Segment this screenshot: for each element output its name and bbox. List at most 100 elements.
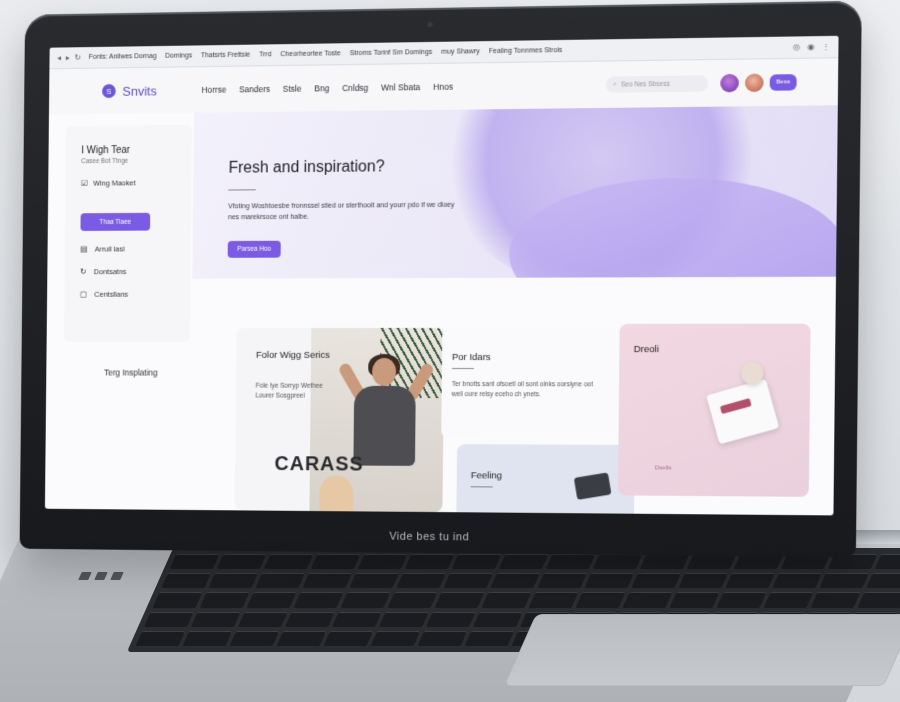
card-title: Dreoli bbox=[633, 344, 660, 356]
keyboard-key bbox=[772, 573, 822, 589]
head bbox=[372, 357, 397, 386]
browser-tab[interactable]: Trrd bbox=[259, 51, 271, 58]
keyboard-key bbox=[686, 554, 737, 570]
keyboard-key bbox=[716, 592, 767, 608]
profile-icon[interactable]: ◉ bbox=[807, 42, 814, 51]
keyboard-key bbox=[473, 611, 523, 627]
site-logo[interactable]: S Snvits bbox=[102, 83, 157, 98]
nav-item-home[interactable]: Horrse bbox=[201, 85, 226, 95]
laptop-lid: ◂ ▸ ↻ Fonts: Anilwes Dornag Domings That… bbox=[19, 0, 862, 558]
person-figure bbox=[337, 353, 436, 508]
hero-banner: Fresh and inspiration? Vfoting Woshtoesb… bbox=[192, 105, 838, 279]
browser-tab[interactable]: Fealing Tonnmes Strois bbox=[489, 47, 563, 55]
keyboard-key bbox=[763, 592, 814, 608]
sidebar-item[interactable]: ↻ Dontsatns bbox=[80, 267, 175, 276]
browser-tab[interactable]: Thatsrts Frettsie bbox=[201, 52, 251, 60]
search-placeholder: Seo Nes Sbsess bbox=[620, 80, 670, 89]
sidebar-title: I Wigh Tear bbox=[81, 144, 130, 157]
logo-text: Snvits bbox=[122, 83, 157, 99]
reload-icon[interactable]: ↻ bbox=[75, 53, 82, 62]
nav-item-cnldsg[interactable]: Cnldsg bbox=[342, 83, 368, 93]
keyboard-key bbox=[152, 592, 203, 608]
card-footer-text: Dsells bbox=[654, 465, 672, 472]
hero-text: Vfoting Woshtoesbe fronnssel stied or st… bbox=[228, 201, 455, 222]
keyboard-key bbox=[208, 573, 258, 589]
nav-item-bng[interactable]: Bng bbox=[314, 83, 329, 93]
nav-item-sanders[interactable]: Sanders bbox=[239, 84, 270, 94]
nav-item-wnl-sbata[interactable]: Wnl Sbata bbox=[381, 82, 420, 92]
browser-tab[interactable]: Fonts: Anilwes Dornag bbox=[89, 53, 157, 61]
card-title: Folor Wigg Serics bbox=[255, 349, 330, 361]
keyboard-key bbox=[379, 611, 429, 627]
card-title: Por Idars bbox=[451, 351, 491, 364]
info-card[interactable]: Por Idars Ter bnotts sant ofsoetl oil so… bbox=[441, 327, 624, 439]
browser-tab[interactable]: muy Shawry bbox=[441, 48, 480, 56]
nav-item-hnos[interactable]: Hnos bbox=[433, 82, 453, 92]
browser-tab[interactable]: Cheorheortee Toste bbox=[280, 50, 341, 58]
keyboard-key bbox=[481, 592, 532, 608]
sidebar-item[interactable]: ▢ Centsllans bbox=[80, 290, 175, 299]
keyboard-key bbox=[857, 592, 900, 608]
forward-arrow-icon[interactable]: ▸ bbox=[66, 53, 70, 62]
browser-tab[interactable]: Stroms Torinf Sm Domings bbox=[350, 49, 433, 57]
card-text: Fole Iye Sorryp Wethee Lourer Sosgpreel bbox=[255, 382, 323, 401]
keyboard-key bbox=[238, 611, 288, 627]
keyboard-key bbox=[451, 554, 502, 570]
header-cta-button[interactable]: Bess bbox=[769, 74, 797, 91]
hero-button[interactable]: Parsea Hoo bbox=[227, 240, 281, 258]
browser-tabs: Fonts: Anilwes Dornag Domings Thatsrts F… bbox=[89, 44, 785, 61]
keyboard-key bbox=[370, 630, 421, 646]
keyboard-key bbox=[310, 554, 361, 570]
keyboard-key bbox=[340, 592, 391, 608]
keyboard-key bbox=[229, 630, 280, 646]
calendar-icon: ▤ bbox=[80, 244, 88, 254]
feature-card[interactable]: Folor Wigg Serics Fole Iye Sorryp Wethee… bbox=[234, 327, 445, 513]
keyboard-key bbox=[584, 573, 634, 589]
keyboard-key bbox=[810, 592, 861, 608]
sidebar-subtitle: Casee Bot Ttnge bbox=[81, 157, 129, 166]
keyboard-key bbox=[349, 573, 399, 589]
avatar[interactable] bbox=[720, 73, 739, 93]
keyboard-key bbox=[135, 630, 186, 646]
port bbox=[94, 572, 108, 580]
keyboard-key bbox=[285, 611, 335, 627]
product-box bbox=[706, 378, 780, 445]
keyboard-key bbox=[396, 573, 446, 589]
main-nav: Horrse Sanders Stsle Bng Cnldsg Wnl Sbat… bbox=[201, 80, 606, 95]
keyboard-key bbox=[169, 554, 220, 570]
keyboard-key bbox=[639, 554, 690, 570]
menu-icon[interactable]: ⋮ bbox=[822, 42, 830, 51]
keyboard-key bbox=[404, 554, 455, 570]
keyboard-key bbox=[819, 573, 869, 589]
product-image bbox=[701, 356, 795, 458]
browser-tab[interactable]: Domings bbox=[165, 52, 192, 59]
laptop-brand-label: Vide bes tu ind bbox=[389, 530, 470, 544]
keyboard-key bbox=[866, 573, 900, 589]
keyboard-key bbox=[575, 592, 626, 608]
keyboard-key bbox=[263, 554, 314, 570]
laptop-screen: ◂ ▸ ↻ Fonts: Anilwes Dornag Domings That… bbox=[44, 35, 839, 516]
promo-card[interactable]: Dreoli Dsells bbox=[617, 323, 811, 497]
laptop-ports bbox=[78, 572, 124, 580]
sidebar-item[interactable]: ▤ Arrull lasl bbox=[80, 244, 175, 254]
device-image bbox=[573, 472, 612, 500]
search-input[interactable]: ⌕ Seo Nes Sbsess bbox=[605, 75, 709, 93]
keyboard-key bbox=[255, 573, 305, 589]
keyboard-key bbox=[182, 630, 233, 646]
avatar[interactable] bbox=[744, 73, 764, 93]
nav-item-stsle[interactable]: Stsle bbox=[283, 84, 302, 94]
doc-icon: ▢ bbox=[79, 289, 87, 299]
extension-icon[interactable]: ◎ bbox=[793, 43, 800, 52]
search-icon: ⌕ bbox=[613, 80, 617, 88]
keyboard-key bbox=[537, 573, 587, 589]
sidebar-checkbox[interactable]: ☑ Wing Maoket bbox=[80, 178, 176, 188]
info-card[interactable]: Feeling bbox=[456, 444, 635, 516]
card-text: Ter bnotts sant ofsoetl oil sont oinks o… bbox=[451, 381, 593, 399]
keyboard-key bbox=[490, 573, 540, 589]
back-arrow-icon[interactable]: ◂ bbox=[57, 53, 61, 62]
sidebar-footer-link[interactable]: Terg Insplating bbox=[104, 368, 158, 378]
port bbox=[78, 572, 92, 580]
sidebar-pill-button[interactable]: Thaa Tlaee bbox=[80, 212, 151, 231]
checkbox-icon: ☑ bbox=[80, 178, 88, 188]
keyboard-key bbox=[528, 592, 579, 608]
